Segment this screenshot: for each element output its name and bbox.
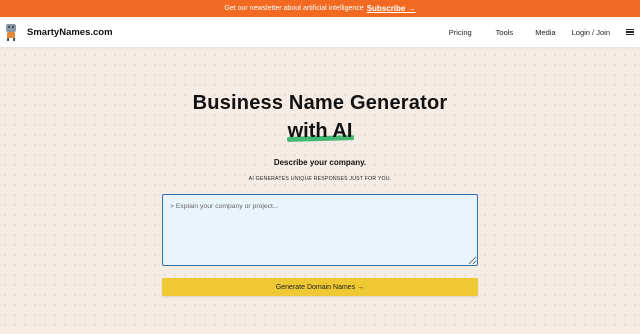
brand-home-link[interactable]: SmartyNames.com	[3, 23, 113, 41]
subscribe-link[interactable]: Subscribe →	[367, 4, 416, 13]
nav-link-media[interactable]: Media	[535, 28, 555, 37]
generate-domain-names-button[interactable]: Generate Domain Names →	[162, 278, 478, 296]
top-navbar: SmartyNames.com Pricing Tools Media Logi…	[0, 17, 640, 47]
describe-heading: Describe your company.	[273, 158, 367, 167]
hamburger-icon[interactable]	[626, 28, 634, 36]
robot-icon	[3, 23, 19, 41]
page-title: Business Name Generator	[192, 92, 448, 114]
newsletter-text: Get our newsletter about artificial inte…	[224, 5, 364, 12]
nav-link-login-join[interactable]: Login / Join	[572, 28, 610, 37]
tagline-emphasis: UNIQUE	[290, 176, 313, 182]
tagline: AI GENERATES UNIQUE RESPONSES JUST FOR Y…	[248, 176, 392, 182]
newsletter-banner: Get our newsletter about artificial inte…	[0, 0, 640, 17]
nav-links: Pricing Tools Media Login / Join	[449, 28, 640, 37]
nav-link-tools[interactable]: Tools	[496, 28, 514, 37]
company-description-input[interactable]	[162, 194, 478, 266]
page-title-line2: with AI	[0, 120, 640, 143]
nav-link-pricing[interactable]: Pricing	[449, 28, 472, 37]
title-highlight-text: with AI	[287, 120, 353, 142]
brand-name: SmartyNames.com	[27, 26, 113, 38]
